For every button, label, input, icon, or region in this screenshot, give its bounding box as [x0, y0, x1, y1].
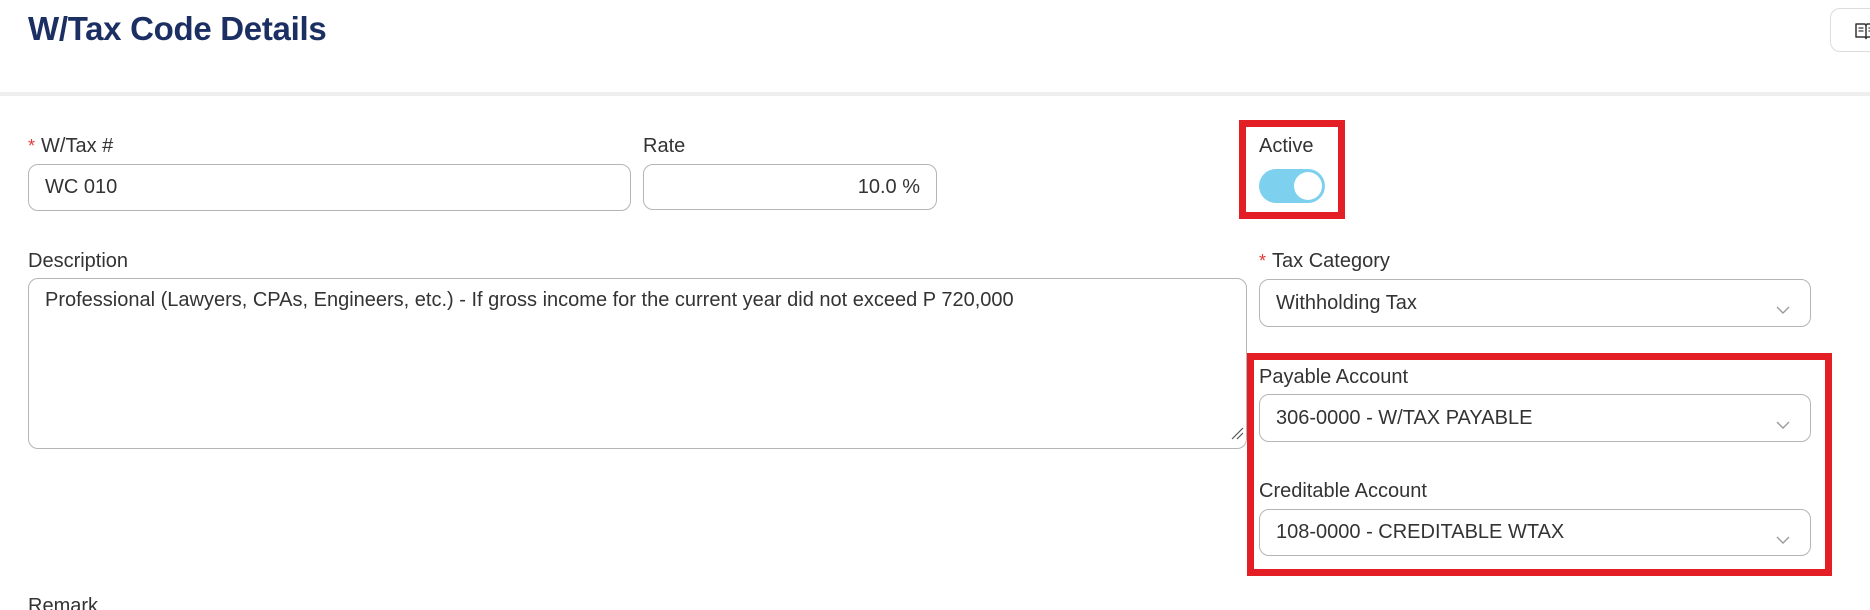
resize-grip-icon[interactable]	[1230, 423, 1244, 446]
required-marker: *	[28, 136, 36, 156]
chevron-down-icon	[1776, 413, 1790, 436]
payable-account-select[interactable]: 306-0000 - W/TAX PAYABLE	[1259, 394, 1811, 442]
description-textarea[interactable]: Professional (Lawyers, CPAs, Engineers, …	[28, 278, 1247, 449]
creditable-account-label: Creditable Account	[1259, 480, 1427, 502]
remark-label: Remark	[28, 595, 99, 610]
toggle-knob	[1294, 172, 1322, 200]
description-label: Description	[28, 250, 129, 272]
rate-label: Rate	[643, 135, 686, 157]
tax-code-details-page: W/Tax Code Details * W/Tax # WC 010 Rate …	[0, 0, 1870, 610]
header-divider	[0, 92, 1870, 96]
active-toggle[interactable]	[1259, 169, 1325, 203]
tax-category-label: * Tax Category	[1259, 250, 1390, 272]
tax-category-select[interactable]: Withholding Tax	[1259, 279, 1811, 327]
guide-button[interactable]	[1830, 8, 1870, 52]
required-marker: *	[1259, 251, 1267, 271]
page-title: W/Tax Code Details	[28, 10, 327, 47]
wtax-number-input[interactable]: WC 010	[28, 164, 631, 211]
active-label: Active	[1259, 135, 1314, 157]
creditable-account-select[interactable]: 108-0000 - CREDITABLE WTAX	[1259, 509, 1811, 556]
book-icon	[1855, 22, 1870, 45]
payable-account-label: Payable Account	[1259, 366, 1408, 388]
chevron-down-icon	[1776, 298, 1790, 321]
chevron-down-icon	[1776, 528, 1790, 551]
wtax-number-label: * W/Tax #	[28, 135, 114, 157]
rate-input[interactable]: 10.0 %	[643, 164, 937, 210]
